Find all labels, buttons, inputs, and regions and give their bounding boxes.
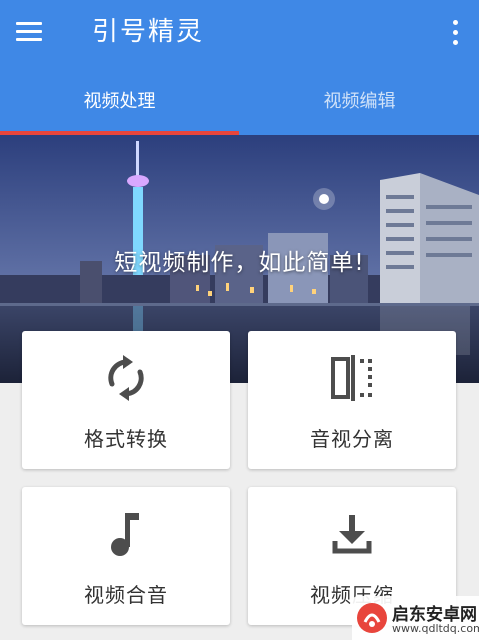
split-icon <box>331 355 372 401</box>
card-label: 视频合音 <box>84 583 168 607</box>
card-label: 音视分离 <box>310 427 394 451</box>
tab-video-processing[interactable]: 视频处理 <box>0 66 239 136</box>
watermark-url: www.qdltdq.com <box>392 622 479 635</box>
banner-slogan: 短视频制作，如此简单! <box>114 250 365 276</box>
hamburger-menu-icon[interactable] <box>16 20 44 44</box>
app-title: 引号精灵 <box>92 17 205 47</box>
app-bar: 引号精灵 <box>0 0 479 66</box>
download-icon <box>332 515 372 554</box>
sync-icon <box>108 355 144 401</box>
card-av-split[interactable]: 音视分离 <box>248 331 456 469</box>
music-note-icon <box>111 513 139 556</box>
watermark-logo-icon <box>357 603 387 633</box>
card-label: 格式转换 <box>84 427 168 451</box>
tab-bar: 视频处理 视频编辑 <box>0 66 479 136</box>
card-video-audio-merge[interactable]: 视频合音 <box>22 487 230 625</box>
tab-video-editing[interactable]: 视频编辑 <box>240 66 479 136</box>
card-format-convert[interactable]: 格式转换 <box>22 331 230 469</box>
watermark: 启东安卓网 www.qdltdq.com <box>352 596 479 640</box>
more-vertical-icon[interactable] <box>446 18 466 48</box>
